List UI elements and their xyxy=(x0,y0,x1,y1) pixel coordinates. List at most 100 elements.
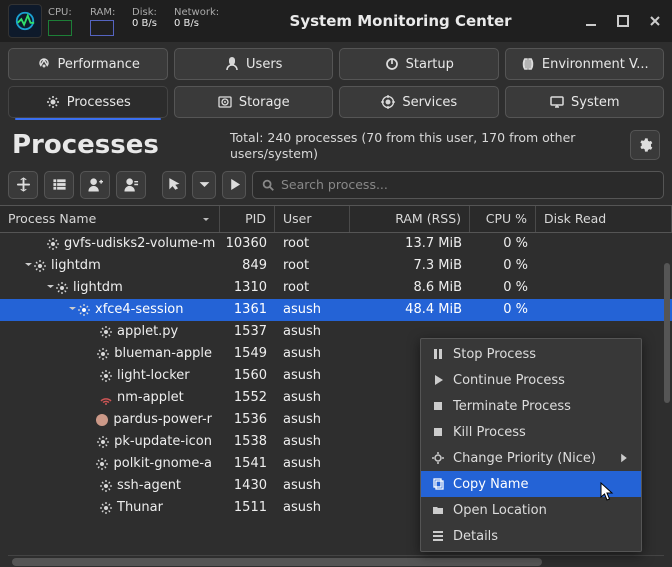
cpu-cell: 0 % xyxy=(470,299,536,321)
user-cell: asush xyxy=(275,365,350,387)
col-pid[interactable]: PID xyxy=(220,206,275,232)
toolbar xyxy=(0,171,672,205)
process-icon xyxy=(46,237,60,251)
ctx-stop-process[interactable]: Stop Process xyxy=(421,341,641,367)
list-view-button[interactable] xyxy=(44,171,74,199)
pid-cell: 1549 xyxy=(220,343,275,365)
pid-cell: 849 xyxy=(220,255,275,277)
pid-cell: 1552 xyxy=(220,387,275,409)
user-cell: root xyxy=(275,255,350,277)
window-title: System Monitoring Center xyxy=(225,12,576,30)
process-icon xyxy=(99,369,113,383)
titlebar: CPU: RAM: Disk:0 B/s Network:0 B/s Syste… xyxy=(0,0,672,42)
ram-label: RAM: xyxy=(90,7,115,18)
select-tool-button[interactable] xyxy=(162,171,186,199)
dropdown-button[interactable] xyxy=(192,171,216,199)
col-ram[interactable]: RAM (RSS) xyxy=(350,206,470,232)
ctx-continue-process[interactable]: Continue Process xyxy=(421,367,641,393)
process-icon xyxy=(77,303,91,317)
pid-cell: 1511 xyxy=(220,497,275,519)
table-row[interactable]: lightdm849root7.3 MiB0 % xyxy=(0,255,672,277)
expand-icon[interactable] xyxy=(24,258,33,273)
cpu-cell: 0 % xyxy=(470,277,536,299)
tab-processes[interactable]: Processes xyxy=(8,86,168,118)
mouse-cursor xyxy=(600,482,616,506)
process-name: pk-update-icon xyxy=(114,434,212,449)
tab-startup[interactable]: Startup xyxy=(339,48,499,80)
ram-cell: 8.6 MiB xyxy=(350,277,470,299)
table-row[interactable]: gvfs-udisks2-volume-m10360root13.7 MiB0 … xyxy=(0,233,672,255)
close-button[interactable] xyxy=(646,12,664,30)
vertical-scrollbar[interactable] xyxy=(664,263,670,403)
net-value: 0 B/s xyxy=(174,18,199,29)
pid-cell: 1430 xyxy=(220,475,275,497)
run-button[interactable] xyxy=(222,171,246,199)
user-cell: asush xyxy=(275,409,350,431)
user-cell: root xyxy=(275,233,350,255)
user-cell: asush xyxy=(275,387,350,409)
search-icon xyxy=(261,178,275,192)
table-row[interactable]: xfce4-session1361asush48.4 MiB0 % xyxy=(0,299,672,321)
system-stats: CPU: RAM: Disk:0 B/s Network:0 B/s xyxy=(48,7,219,36)
process-name: light-locker xyxy=(117,368,190,383)
user-cell: asush xyxy=(275,475,350,497)
process-name: xfce4-session xyxy=(95,302,184,317)
ctx-change-priority[interactable]: Change Priority (Nice) xyxy=(421,445,641,471)
pid-cell: 1310 xyxy=(220,277,275,299)
process-icon xyxy=(55,281,69,295)
pid-cell: 1541 xyxy=(220,453,275,475)
cpu-cell: 0 % xyxy=(470,255,536,277)
process-name: pardus-power-r xyxy=(113,412,212,427)
maximize-button[interactable] xyxy=(614,12,632,30)
tab-performance[interactable]: Performance xyxy=(8,48,168,80)
context-menu: Stop Process Continue Process Terminate … xyxy=(420,338,642,552)
user-all-button[interactable] xyxy=(116,171,146,199)
tab-storage[interactable]: Storage xyxy=(174,86,334,118)
page-header: Processes Total: 240 processes (70 from … xyxy=(0,124,672,171)
process-name: polkit-gnome-a xyxy=(113,456,212,471)
process-name: ssh-agent xyxy=(117,478,181,493)
user-cell: asush xyxy=(275,299,350,321)
process-icon xyxy=(99,391,113,405)
disk-value: 0 B/s xyxy=(132,18,157,29)
cpu-graph xyxy=(48,20,72,36)
net-label: Network: xyxy=(174,7,219,18)
col-disk-read[interactable]: Disk Read xyxy=(536,206,672,232)
process-icon xyxy=(99,325,113,339)
horizontal-scrollbar[interactable] xyxy=(8,555,664,567)
ram-cell: 13.7 MiB xyxy=(350,233,470,255)
cpu-label: CPU: xyxy=(48,7,72,18)
expand-icon[interactable] xyxy=(46,280,55,295)
process-icon xyxy=(96,435,110,449)
expand-icon[interactable] xyxy=(68,302,77,317)
col-cpu[interactable]: CPU % xyxy=(470,206,536,232)
tab-services[interactable]: Services xyxy=(339,86,499,118)
process-icon xyxy=(99,479,113,493)
process-icon xyxy=(99,501,113,515)
expand-button[interactable] xyxy=(8,171,38,199)
process-name: lightdm xyxy=(73,280,123,295)
table-row[interactable]: lightdm1310root8.6 MiB0 % xyxy=(0,277,672,299)
process-icon xyxy=(95,457,109,471)
ram-cell: 7.3 MiB xyxy=(350,255,470,277)
tab-users[interactable]: Users xyxy=(174,48,334,80)
search-input[interactable] xyxy=(281,177,655,192)
process-name: nm-applet xyxy=(117,390,184,405)
user-cell: asush xyxy=(275,343,350,365)
tab-system[interactable]: System xyxy=(505,86,665,118)
ctx-details[interactable]: Details xyxy=(421,523,641,549)
col-user[interactable]: User xyxy=(275,206,350,232)
app-icon xyxy=(8,4,42,38)
ctx-kill-process[interactable]: Kill Process xyxy=(421,419,641,445)
process-icon xyxy=(96,347,110,361)
pid-cell: 1536 xyxy=(220,409,275,431)
settings-button[interactable] xyxy=(630,130,660,160)
col-process-name[interactable]: Process Name xyxy=(0,206,220,232)
minimize-button[interactable] xyxy=(582,12,600,30)
search-box[interactable] xyxy=(252,171,664,199)
user-cell: asush xyxy=(275,431,350,453)
ctx-terminate-process[interactable]: Terminate Process xyxy=(421,393,641,419)
user-add-button[interactable] xyxy=(80,171,110,199)
tabs-row-1: PerformanceUsersStartupEnvironment V... xyxy=(0,42,672,80)
tab-env[interactable]: Environment V... xyxy=(505,48,665,80)
